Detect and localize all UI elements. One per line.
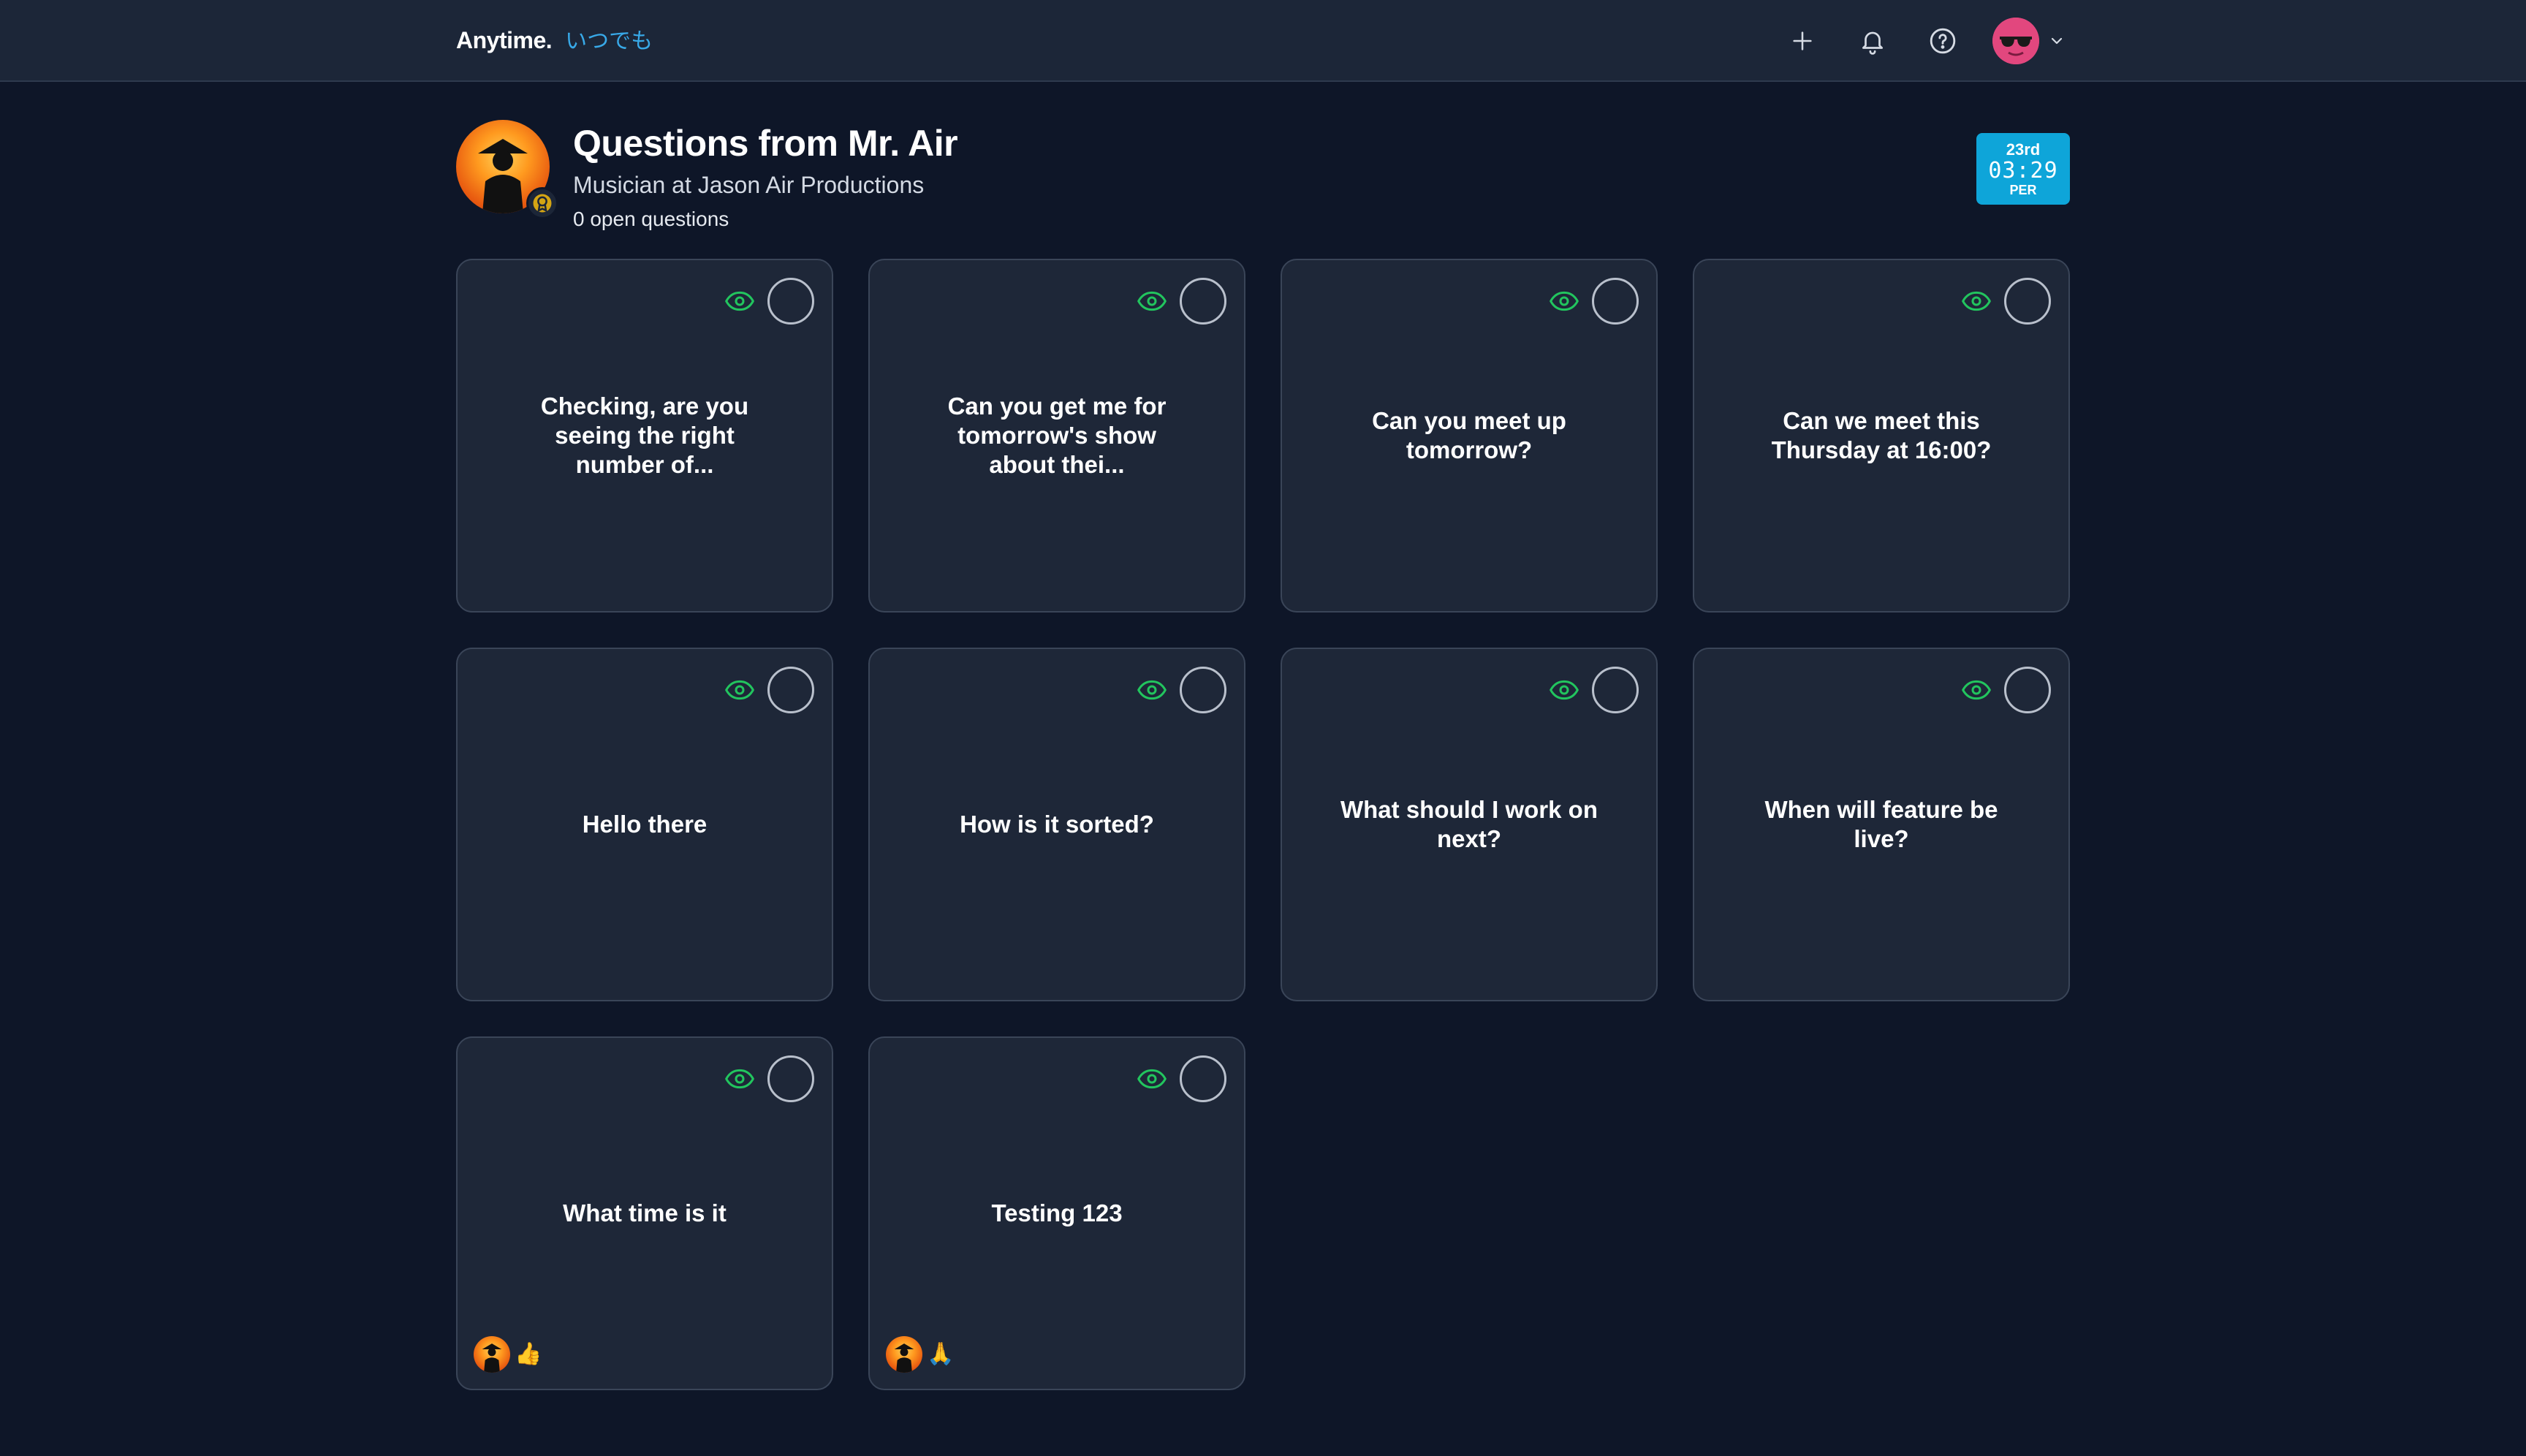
brand-name: Anytime. [456, 27, 553, 53]
mark-answered-checkbox[interactable] [1180, 278, 1226, 325]
question-grid: Checking, are you seeing the right numbe… [456, 259, 2070, 1390]
question-text: Can you get me for tomorrow's show about… [947, 393, 1167, 478]
question-card[interactable]: When will feature be live? [1693, 648, 2070, 1001]
card-reactions: 👍 [474, 1336, 542, 1373]
eye-icon [1962, 291, 1991, 311]
reaction-emoji: 🙏 [927, 1341, 955, 1367]
mark-answered-checkbox[interactable] [767, 278, 814, 325]
question-card[interactable]: What should I work on next? [1281, 648, 1658, 1001]
eye-icon [1550, 680, 1579, 700]
question-card[interactable]: Checking, are you seeing the right numbe… [456, 259, 833, 613]
help-button[interactable] [1922, 20, 1963, 61]
eye-icon [725, 680, 754, 700]
bell-icon [1862, 31, 1884, 55]
eye-icon [725, 1069, 754, 1089]
mark-answered-checkbox[interactable] [2004, 667, 2051, 713]
help-circle-icon [1930, 28, 1956, 54]
question-text: How is it sorted? [960, 811, 1154, 838]
mark-answered-checkbox[interactable] [1180, 667, 1226, 713]
eye-icon [1137, 1069, 1167, 1089]
eye-icon [1137, 680, 1167, 700]
card-reactions: 🙏 [886, 1336, 954, 1373]
mark-answered-checkbox[interactable] [1592, 278, 1639, 325]
mark-answered-checkbox[interactable] [1180, 1055, 1226, 1102]
top-navigation-bar: Anytime. いつでも [0, 0, 2526, 82]
mark-answered-checkbox[interactable] [1592, 667, 1639, 713]
profile-text: Questions from Mr. Air Musician at Jason… [573, 120, 958, 234]
page-subtitle: Musician at Jason Air Productions [573, 172, 925, 198]
add-button[interactable] [1782, 20, 1823, 61]
eye-icon [1137, 291, 1167, 311]
sunglasses-avatar-icon [1992, 18, 2039, 64]
date-badge[interactable]: 23rd 03:29 PER [1976, 133, 2070, 205]
question-card[interactable]: How is it sorted? [868, 648, 1245, 1001]
brand-logo[interactable]: Anytime. いつでも [456, 22, 653, 60]
question-card[interactable]: Can we meet this Thursday at 16:00? [1693, 259, 2070, 613]
brand-japanese: いつでも [565, 29, 653, 54]
mark-answered-checkbox[interactable] [2004, 278, 2051, 325]
mark-answered-checkbox[interactable] [767, 667, 814, 713]
date-time: 03:29 [1988, 158, 2058, 183]
question-text: Testing 123 [991, 1199, 1123, 1226]
question-card[interactable]: What time is it 👍 [456, 1036, 833, 1390]
open-questions-count: 0 open questions [573, 208, 729, 230]
date-day: 23rd [2006, 140, 2041, 159]
date-zone: PER [2009, 183, 2037, 197]
eye-icon [1550, 291, 1579, 311]
reactor-avatar [474, 1336, 510, 1373]
question-text: When will feature be live? [1764, 796, 1998, 852]
page-title: Questions from Mr. Air [573, 123, 958, 164]
question-text: What should I work on next? [1340, 796, 1598, 852]
eye-icon [1962, 680, 1991, 700]
question-text: What time is it [563, 1199, 727, 1226]
question-card[interactable]: Can you get me for tomorrow's show about… [868, 259, 1245, 613]
plus-icon [1793, 31, 1812, 50]
profile-header: Questions from Mr. Air Musician at Jason… [456, 120, 2070, 230]
question-text: Can you meet up tomorrow? [1372, 407, 1566, 463]
topbar-actions [1782, 15, 2066, 67]
eye-icon [725, 291, 754, 311]
question-text: Can we meet this Thursday at 16:00? [1771, 407, 1992, 463]
question-card[interactable]: Hello there [456, 648, 833, 1001]
question-text: Checking, are you seeing the right numbe… [540, 393, 749, 478]
reactor-avatar [886, 1336, 922, 1373]
reaction-emoji: 👍 [515, 1341, 542, 1367]
question-card[interactable]: Can you meet up tomorrow? [1281, 259, 1658, 613]
question-text: Hello there [582, 811, 708, 838]
chevron-down-icon [2051, 37, 2063, 45]
user-menu[interactable] [1992, 18, 2066, 64]
award-icon [533, 194, 552, 213]
verified-badge [526, 187, 558, 219]
mark-answered-checkbox[interactable] [767, 1055, 814, 1102]
user-avatar[interactable] [1992, 18, 2039, 64]
question-card[interactable]: Testing 123 🙏 [868, 1036, 1245, 1390]
notifications-button[interactable] [1852, 20, 1893, 61]
